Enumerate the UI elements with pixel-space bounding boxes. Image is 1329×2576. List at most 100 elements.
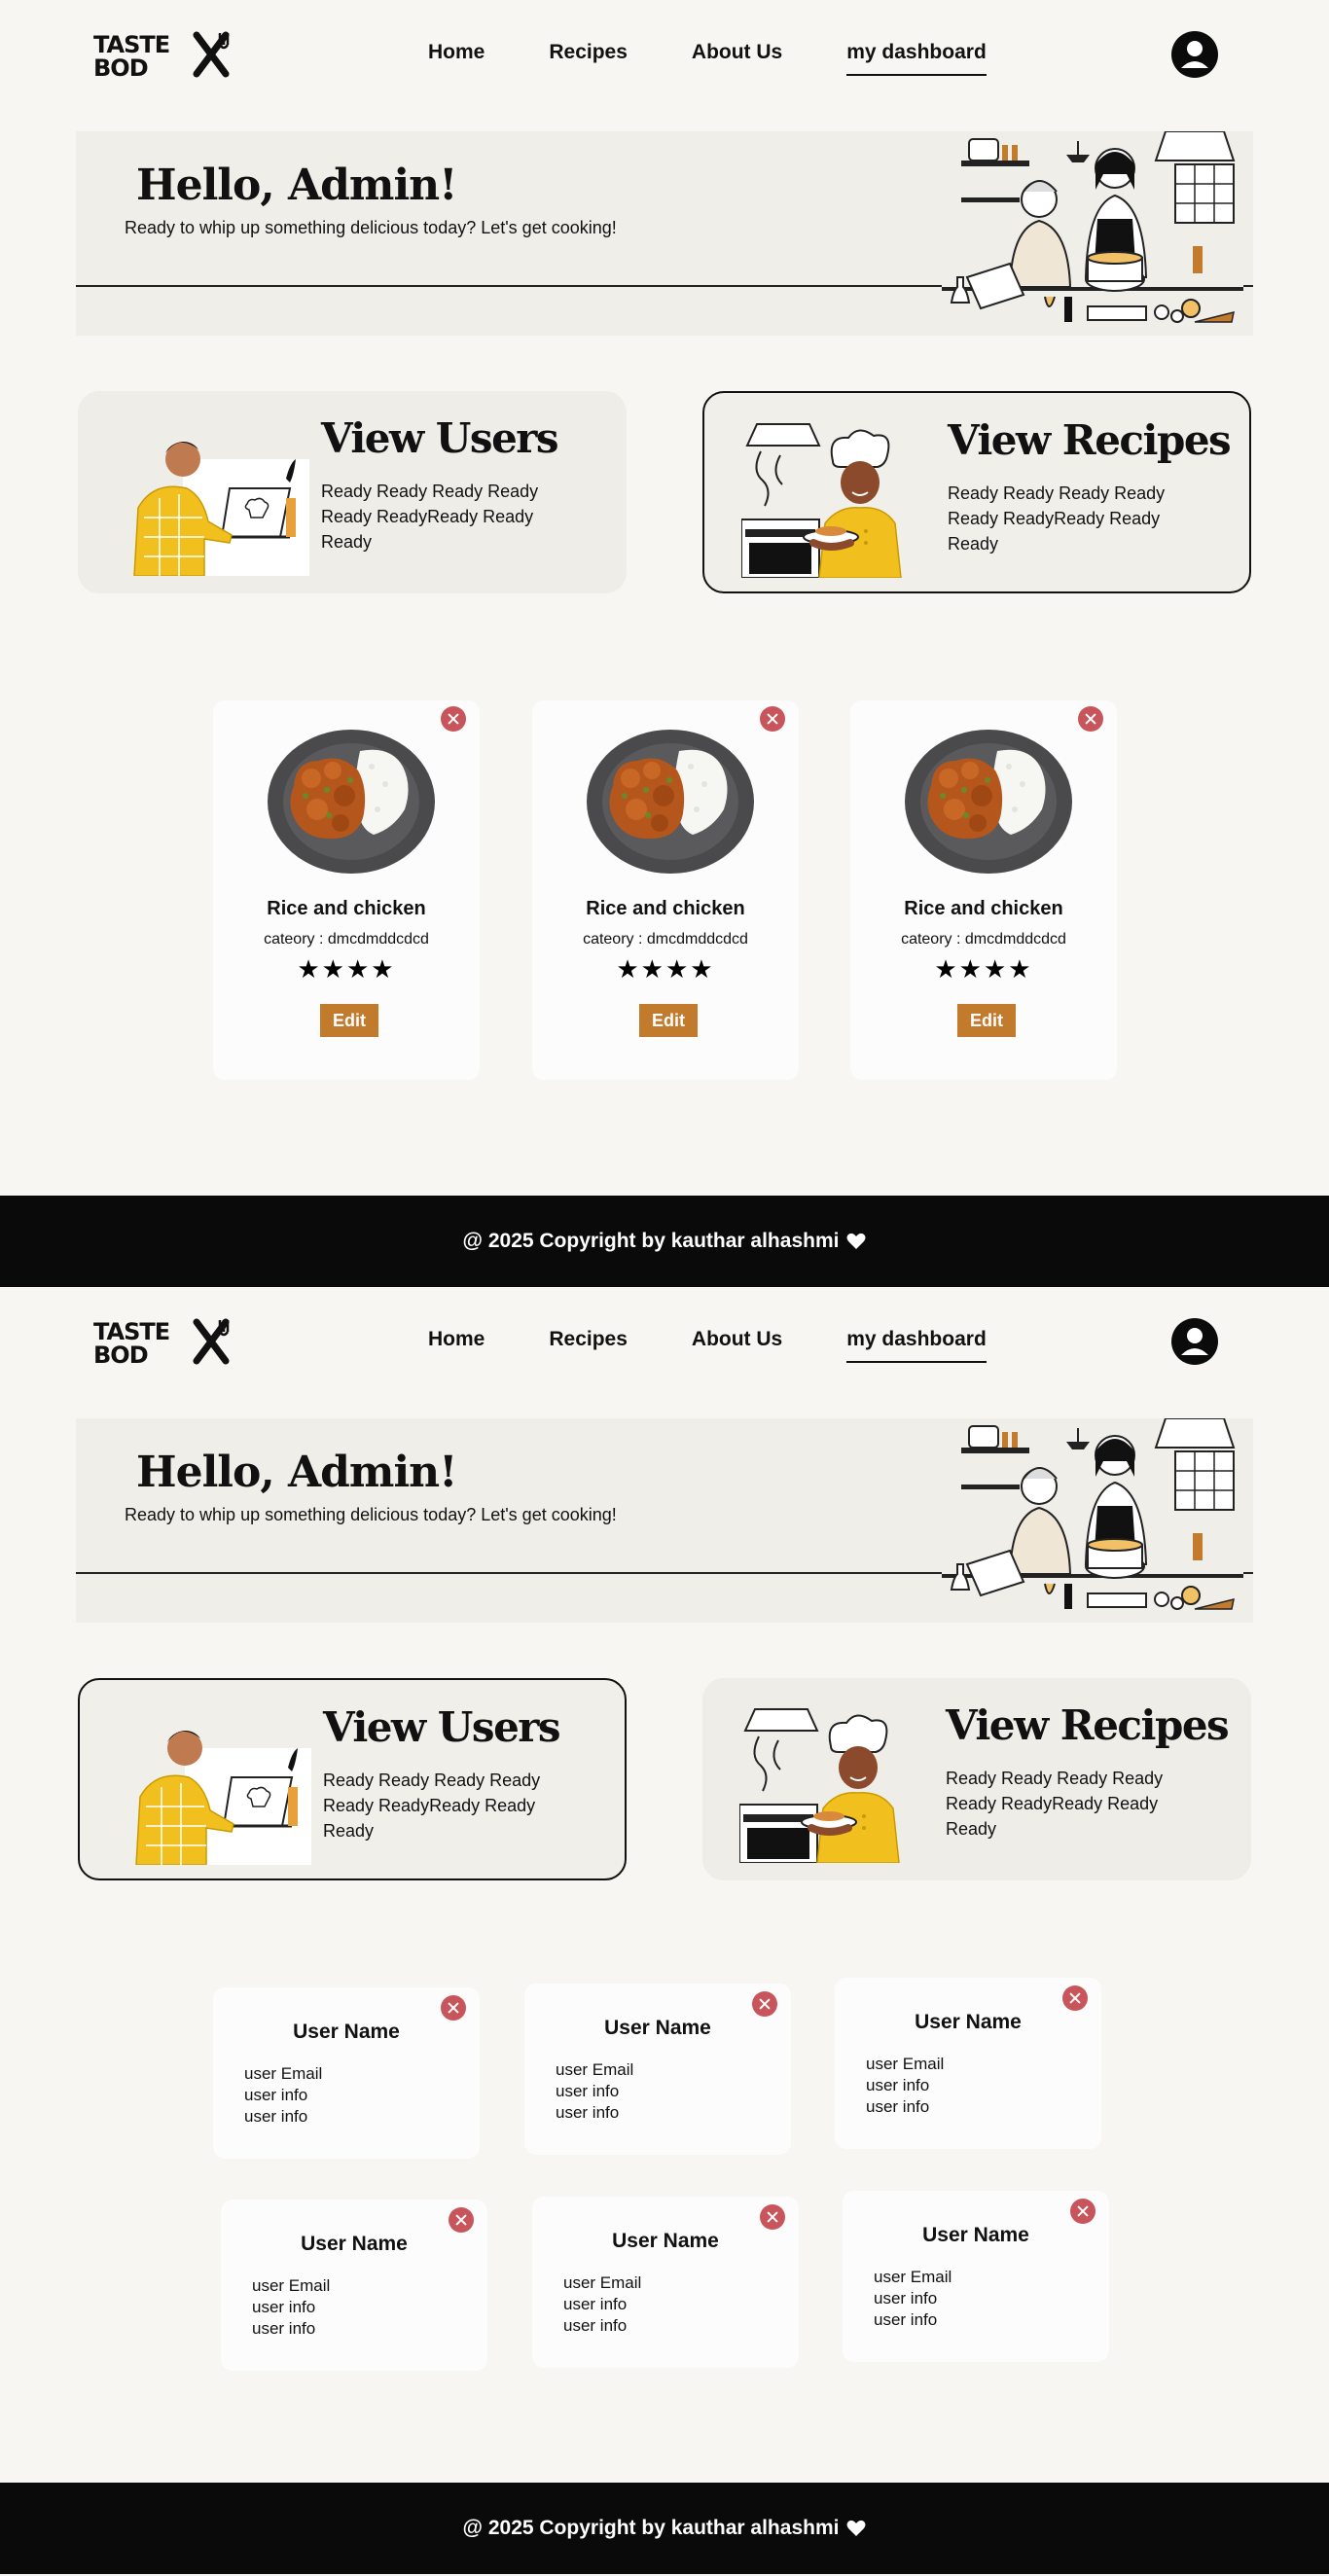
user-info: user info: [563, 2295, 628, 2313]
view-users-card[interactable]: View Users Ready Ready Ready Ready Ready…: [78, 391, 627, 593]
user-details: user Email user info user info: [563, 2272, 641, 2337]
nav-link-dashboard[interactable]: my dashboard: [846, 41, 987, 76]
user-info: user info: [866, 2076, 930, 2094]
user-name: User Name: [612, 2230, 719, 2252]
hero-title: Hello, Admin!: [136, 161, 457, 210]
heart-icon: [846, 2520, 866, 2537]
nav-link-about[interactable]: About Us: [692, 41, 782, 76]
footer: @ 2025 Copyright by kauthar alhashmi: [0, 2483, 1329, 2574]
edit-button[interactable]: Edit: [639, 1004, 698, 1037]
nav-links: Home Recipes About Us my dashboard: [428, 1328, 1051, 1363]
recipe-card: Rice and chicken cateory : dmcdmddcdcd ★…: [850, 700, 1117, 1080]
user-info: user info: [556, 2082, 620, 2100]
logo-line-1: TASTE: [93, 1318, 170, 1345]
user-email: user Email: [866, 2055, 945, 2073]
logo-line-2: BOD: [93, 1342, 149, 1369]
view-users-card[interactable]: View Users Ready Ready Ready Ready Ready…: [78, 1678, 627, 1880]
recipe-image: [904, 728, 1073, 876]
recipe-image: [586, 728, 755, 876]
chef-illustration: [739, 1707, 934, 1863]
delete-icon[interactable]: [441, 706, 466, 732]
user-name: User Name: [922, 2224, 1029, 2246]
delete-icon[interactable]: [1062, 1986, 1088, 2011]
recipe-category: cateory : dmcdmddcdcd: [264, 931, 429, 948]
hero-banner: Hello, Admin! Ready to whip up something…: [76, 131, 1253, 336]
edit-button[interactable]: Edit: [957, 1004, 1016, 1037]
nav-links: Home Recipes About Us my dashboard: [428, 41, 1051, 76]
user-card: User Name user Email user info user info: [835, 1978, 1101, 2149]
user-details: user Email user info user info: [874, 2267, 952, 2331]
logo-text: TASTE BOD: [93, 31, 170, 80]
user-circle-icon[interactable]: [1171, 1318, 1218, 1365]
user-info: user info: [866, 2097, 930, 2116]
user-details: user Email user info user info: [866, 2054, 944, 2118]
user-card: User Name user Email user info user info: [524, 1984, 791, 2155]
nav-link-home[interactable]: Home: [428, 41, 485, 76]
logo[interactable]: TASTE BOD: [93, 1318, 239, 1369]
dashboard-recipes-screen: TASTE BOD Home Recipes About Us my dashb…: [0, 0, 1329, 1287]
nav-link-recipes[interactable]: Recipes: [549, 41, 628, 76]
delete-icon[interactable]: [752, 1991, 777, 2017]
user-info: user info: [244, 2107, 308, 2126]
copyright-text: @ 2025 Copyright by kauthar alhashmi: [462, 2517, 840, 2539]
user-email: user Email: [556, 2060, 634, 2079]
chef-illustration: [741, 422, 936, 578]
delete-icon[interactable]: [760, 706, 785, 732]
user-email: user Email: [874, 2268, 952, 2286]
user-details: user Email user info user info: [556, 2059, 633, 2124]
user-card: User Name user Email user info user info: [213, 1987, 480, 2159]
user-card: User Name user Email user info user info: [843, 2191, 1109, 2362]
nav-link-home[interactable]: Home: [428, 1328, 485, 1363]
user-info: user info: [252, 2298, 316, 2316]
delete-icon[interactable]: [1078, 706, 1103, 732]
user-name: User Name: [301, 2233, 408, 2255]
nav-link-dashboard[interactable]: my dashboard: [846, 1328, 987, 1363]
logo[interactable]: TASTE BOD: [93, 31, 239, 82]
view-users-desc: Ready Ready Ready Ready Ready ReadyReady…: [323, 1771, 541, 1841]
hero-title: Hello, Admin!: [136, 1448, 457, 1497]
view-recipes-title: View Recipes: [946, 1701, 1230, 1749]
recipe-card: Rice and chicken cateory : dmcdmddcdcd ★…: [213, 700, 480, 1080]
nav-link-about[interactable]: About Us: [692, 1328, 782, 1363]
recipe-category: cateory : dmcdmddcdcd: [901, 931, 1066, 948]
star-rating: ★★★★: [934, 955, 1033, 984]
user-info: user info: [252, 2319, 316, 2338]
view-recipes-desc: Ready Ready Ready Ready Ready ReadyReady…: [948, 483, 1166, 554]
user-laptop-illustration: [115, 420, 309, 576]
view-recipes-card[interactable]: View Recipes Ready Ready Ready Ready Rea…: [702, 1678, 1251, 1880]
view-recipes-title: View Recipes: [948, 416, 1232, 464]
delete-icon[interactable]: [441, 1995, 466, 2021]
star-rating: ★★★★: [616, 955, 715, 984]
navbar: TASTE BOD Home Recipes About Us my dashb…: [0, 1287, 1329, 1399]
recipe-image: [267, 728, 436, 876]
user-name: User Name: [604, 2017, 711, 2039]
delete-icon[interactable]: [449, 2207, 474, 2233]
nav-link-recipes[interactable]: Recipes: [549, 1328, 628, 1363]
hero-banner: Hello, Admin! Ready to whip up something…: [76, 1418, 1253, 1623]
star-rating: ★★★★: [297, 955, 396, 984]
view-recipes-desc: Ready Ready Ready Ready Ready ReadyReady…: [946, 1769, 1164, 1839]
hero-subtitle: Ready to whip up something delicious tod…: [125, 1505, 617, 1524]
user-details: user Email user info user info: [244, 2063, 322, 2128]
delete-icon[interactable]: [760, 2204, 785, 2230]
heart-icon: [846, 1233, 866, 1250]
view-users-title: View Users: [323, 1703, 561, 1751]
user-laptop-illustration: [117, 1709, 311, 1865]
delete-icon[interactable]: [1070, 2199, 1096, 2224]
user-email: user Email: [252, 2276, 331, 2295]
footer: @ 2025 Copyright by kauthar alhashmi: [0, 1196, 1329, 1287]
recipe-name: Rice and chicken: [904, 898, 1063, 919]
user-circle-icon[interactable]: [1171, 31, 1218, 78]
user-info: user info: [556, 2103, 620, 2122]
view-recipes-card[interactable]: View Recipes Ready Ready Ready Ready Rea…: [702, 391, 1251, 593]
view-users-desc: Ready Ready Ready Ready Ready ReadyReady…: [321, 482, 539, 552]
user-email: user Email: [563, 2273, 642, 2292]
user-name: User Name: [915, 2011, 1022, 2033]
edit-button[interactable]: Edit: [320, 1004, 378, 1037]
logo-line-1: TASTE: [93, 31, 170, 58]
user-details: user Email user info user info: [252, 2275, 330, 2340]
navbar: TASTE BOD Home Recipes About Us my dashb…: [0, 0, 1329, 112]
recipe-name: Rice and chicken: [267, 898, 426, 919]
logo-text: TASTE BOD: [93, 1318, 170, 1369]
hero-subtitle: Ready to whip up something delicious tod…: [125, 218, 617, 237]
